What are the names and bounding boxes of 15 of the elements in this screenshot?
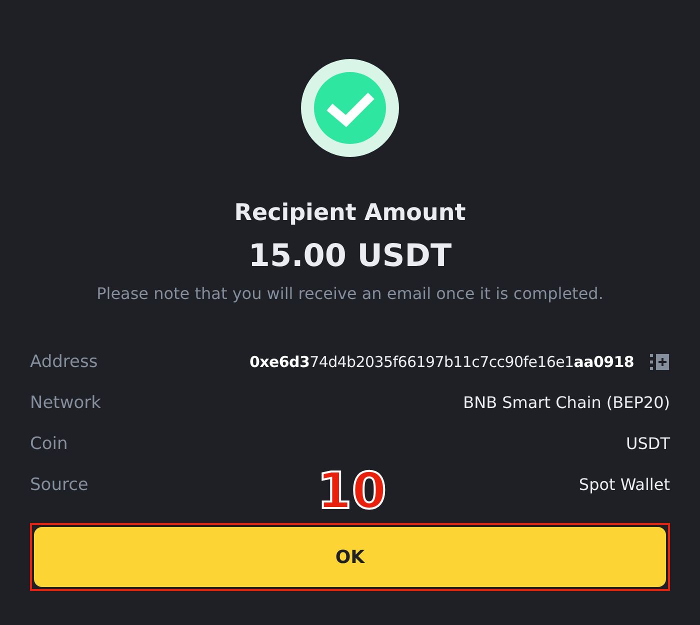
recipient-title: Recipient Amount xyxy=(234,200,466,226)
detail-label: Source xyxy=(30,474,88,494)
detail-value: Spot Wallet xyxy=(578,475,670,494)
detail-label: Address xyxy=(30,352,98,372)
copy-icon[interactable] xyxy=(650,352,670,370)
email-note: Please note that you will receive an email once it is completed. xyxy=(96,284,604,303)
detail-label: Coin xyxy=(30,434,68,454)
detail-value: USDT xyxy=(626,434,670,453)
detail-label: Network xyxy=(30,392,101,412)
detail-value: 0xe6d374d4b2035f66197b11c7cc90fe16e1aa0918 xyxy=(249,352,634,370)
step-number: 10 xyxy=(317,466,387,516)
detail-value: BNB Smart Chain (BEP20) xyxy=(463,393,670,412)
ok-button[interactable]: OK xyxy=(34,527,666,587)
success-check-icon xyxy=(300,58,400,158)
amount-text: 15.00 USDT xyxy=(248,238,452,274)
